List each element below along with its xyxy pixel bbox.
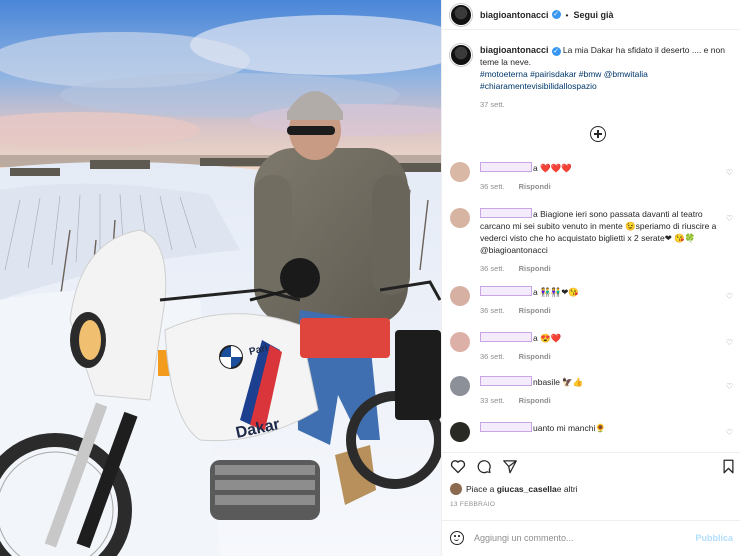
comment-input[interactable] xyxy=(474,532,696,543)
liker-username[interactable]: giucas_casella xyxy=(497,484,557,494)
comment-age: 33 sett. xyxy=(480,396,505,405)
reply-button[interactable]: Rispondi xyxy=(519,396,551,405)
commenter-avatar[interactable] xyxy=(450,422,470,442)
post-actions-bar xyxy=(442,452,740,480)
redacted-username xyxy=(480,286,532,296)
comment-age: 36 sett. xyxy=(480,306,505,315)
redacted-username xyxy=(480,376,532,386)
caption-author-avatar[interactable] xyxy=(450,44,472,66)
comments-list: a ❤️❤️❤️ 36 sett. Rispondi ♡ a Biagione i… xyxy=(442,160,740,442)
comment-text: a 👫👫❤😘 xyxy=(533,287,579,297)
reply-button[interactable]: Rispondi xyxy=(519,306,551,315)
following-button[interactable]: Segui già xyxy=(574,10,614,20)
caption-age: 37 sett. xyxy=(480,100,505,109)
publish-button[interactable]: Pubblica xyxy=(695,533,733,543)
verified-badge-icon: ✓ xyxy=(551,47,561,56)
commenter-avatar[interactable] xyxy=(450,286,470,306)
bookmark-icon[interactable] xyxy=(722,459,735,474)
comment-age: 36 sett. xyxy=(480,264,505,273)
redacted-username xyxy=(480,332,532,342)
author-avatar[interactable] xyxy=(450,3,472,26)
comment-item: uanto mi manchi🌻 ♡ xyxy=(442,422,740,442)
comment-heart-icon[interactable]: ♡ xyxy=(726,338,733,347)
post-date: 13 FEBBRAIO xyxy=(450,501,496,508)
comment-heart-icon[interactable]: ♡ xyxy=(726,382,733,391)
comment-item: a ❤️❤️❤️ 36 sett. Rispondi ♡ xyxy=(442,162,740,193)
redacted-username xyxy=(480,208,532,218)
photo-rider-on-bmw-dakar-in-snow: Dakar Pari xyxy=(0,0,441,556)
comment-heart-icon[interactable]: ♡ xyxy=(726,428,733,437)
likes-summary: Piace a giucas_casella e altri xyxy=(450,483,578,495)
commenter-avatar[interactable] xyxy=(450,208,470,228)
post-header: biagioantonacci ✓ • Segui già xyxy=(442,0,740,30)
caption-username[interactable]: biagioantonacci xyxy=(480,45,549,55)
likes-suffix[interactable]: e altri xyxy=(557,484,578,494)
comment-text: uanto mi manchi🌻 xyxy=(533,423,606,433)
commenter-avatar[interactable] xyxy=(450,162,470,182)
redacted-username xyxy=(480,162,532,172)
comment-age: 36 sett. xyxy=(480,182,505,191)
redacted-username xyxy=(480,422,532,432)
likes-prefix: Piace a xyxy=(466,484,495,494)
reply-button[interactable]: Rispondi xyxy=(519,352,551,361)
commenter-avatar[interactable] xyxy=(450,376,470,396)
plus-circle-icon[interactable] xyxy=(590,126,606,142)
post-caption: biagioantonacci ✓ La mia Dakar ha sfidato… xyxy=(442,30,740,111)
commenter-avatar[interactable] xyxy=(450,332,470,352)
post-sidebar: biagioantonacci ✓ • Segui già biagioanto… xyxy=(441,0,740,556)
comment-item: nbasile 🦅👍 33 sett. Rispondi ♡ xyxy=(442,376,740,407)
add-comment-bar: Pubblica xyxy=(442,520,740,554)
verified-badge-icon: ✓ xyxy=(551,10,561,19)
comment-text: nbasile 🦅👍 xyxy=(533,377,584,387)
comment-heart-icon[interactable]: ♡ xyxy=(726,168,733,177)
comment-text: a ❤️❤️❤️ xyxy=(533,163,572,173)
comment-item: a 😍❤️ 36 sett. Rispondi ♡ xyxy=(442,332,740,363)
comment-item: a Biagione ieri sono passata davanti al … xyxy=(442,208,740,275)
comment-text: a 😍❤️ xyxy=(533,333,562,343)
post-photo[interactable]: Dakar Pari xyxy=(0,0,441,556)
author-username[interactable]: biagioantonacci xyxy=(480,10,549,20)
reply-button[interactable]: Rispondi xyxy=(519,182,551,191)
paper-plane-icon[interactable] xyxy=(502,459,518,474)
comment-heart-icon[interactable]: ♡ xyxy=(726,292,733,301)
heart-icon[interactable] xyxy=(450,459,466,474)
comment-age: 36 sett. xyxy=(480,352,505,361)
reply-button[interactable]: Rispondi xyxy=(519,264,551,273)
comment-item: a 👫👫❤😘 36 sett. Rispondi ♡ xyxy=(442,286,740,317)
comment-heart-icon[interactable]: ♡ xyxy=(726,214,733,223)
smile-icon[interactable] xyxy=(450,530,464,545)
comment-icon[interactable] xyxy=(476,459,492,474)
caption-hashtags[interactable]: #motoeterna #pairisdakar #bmw @bmwitalia… xyxy=(480,68,732,92)
header-separator: • xyxy=(565,9,569,20)
liker-avatar[interactable] xyxy=(450,483,462,495)
